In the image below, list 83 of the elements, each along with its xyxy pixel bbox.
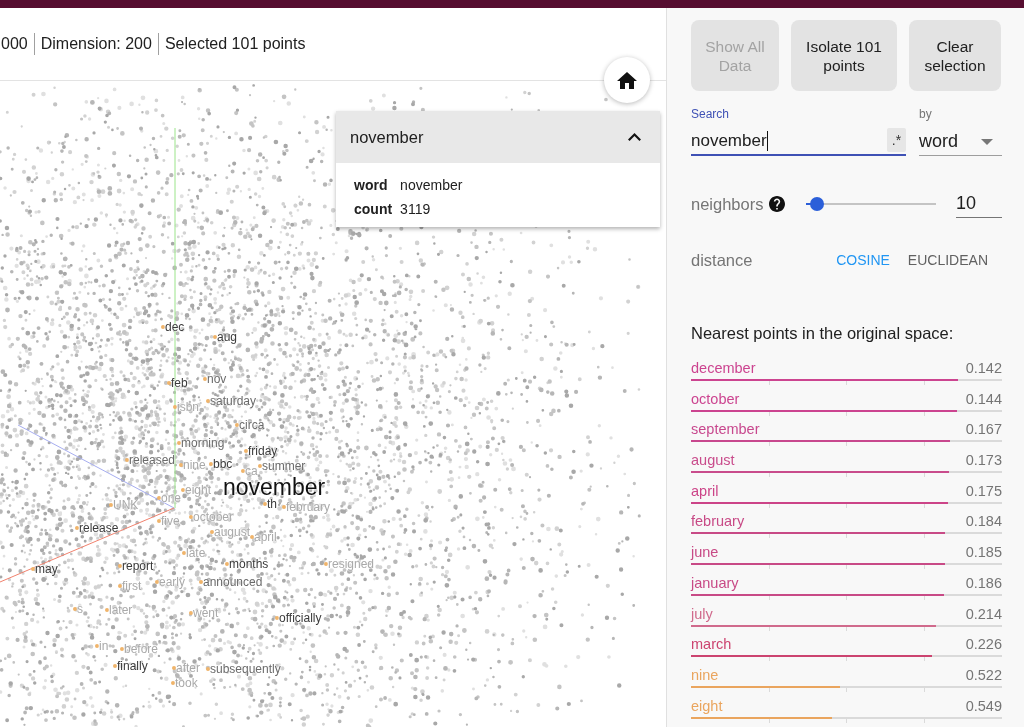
field-value: november bbox=[400, 176, 463, 194]
point-label: took bbox=[175, 676, 198, 690]
distance-value: 0.175 bbox=[965, 482, 1002, 499]
point-label: finally bbox=[117, 659, 148, 673]
action-button[interactable]: Clear selection bbox=[909, 20, 1001, 91]
point-label: circa bbox=[239, 418, 265, 432]
distance-value: 0.173 bbox=[965, 452, 1002, 469]
distance-value: 0.184 bbox=[965, 513, 1002, 530]
point-label: may bbox=[35, 562, 58, 576]
distance-value: 0.167 bbox=[965, 421, 1002, 438]
point-label: released bbox=[129, 453, 176, 467]
point-label: eight bbox=[185, 483, 212, 497]
home-icon bbox=[617, 71, 637, 89]
stat-text: 000 bbox=[1, 35, 28, 53]
point-label: officially bbox=[279, 611, 322, 625]
by-label: by bbox=[919, 107, 932, 121]
point-label: bbc bbox=[213, 457, 233, 471]
search-label: Search bbox=[691, 107, 730, 121]
point-label: report bbox=[122, 559, 154, 573]
distance-value: 0.522 bbox=[965, 666, 1002, 683]
distance-option[interactable]: EUCLIDEAN bbox=[901, 246, 994, 274]
point-label: s bbox=[77, 602, 83, 616]
point-label: nov bbox=[207, 372, 227, 386]
search-field[interactable]: november .* bbox=[691, 128, 906, 156]
home-button[interactable] bbox=[604, 57, 650, 103]
distance-value: 0.214 bbox=[965, 605, 1002, 622]
stat-text: Selected 101 points bbox=[164, 35, 306, 53]
point-label: UNK bbox=[113, 498, 139, 512]
field-value: 3119 bbox=[400, 200, 431, 218]
point-label: release bbox=[79, 521, 119, 535]
search-by-dropdown[interactable]: word bbox=[919, 128, 1002, 156]
point-label: months bbox=[229, 557, 269, 571]
caret-icon bbox=[981, 138, 993, 145]
point-label: summer bbox=[262, 459, 306, 473]
point-label: announced bbox=[203, 575, 263, 589]
distance-value: 0.186 bbox=[965, 574, 1002, 591]
distance-value: 0.185 bbox=[965, 544, 1002, 561]
point-label: before bbox=[124, 642, 159, 656]
point-label: went bbox=[193, 606, 219, 620]
help-icon[interactable] bbox=[769, 196, 786, 212]
point-label: early bbox=[159, 575, 185, 589]
action-button[interactable]: Isolate 101 points bbox=[791, 20, 897, 91]
distance-value: 0.144 bbox=[965, 390, 1002, 407]
distance-value: 0.549 bbox=[965, 697, 1002, 714]
neighbors-label: neighbors bbox=[691, 194, 764, 214]
point-label: subsequently bbox=[210, 662, 281, 676]
neighbor-word[interactable]: june bbox=[691, 544, 719, 561]
neighbor-word[interactable]: december bbox=[691, 360, 756, 376]
point-label: nine bbox=[183, 458, 206, 472]
neighbor-word[interactable]: september bbox=[691, 421, 760, 438]
point-label: saturday bbox=[210, 394, 257, 408]
neighbors-input[interactable]: 10 bbox=[956, 190, 1002, 218]
chevron-up-icon[interactable] bbox=[628, 133, 641, 141]
distance-option[interactable]: COSINE bbox=[830, 246, 896, 274]
point-label: late bbox=[186, 546, 206, 560]
neighbor-word[interactable]: march bbox=[691, 636, 732, 653]
point-label: one bbox=[161, 491, 182, 505]
slider-thumb[interactable] bbox=[810, 197, 825, 211]
point-label: later bbox=[109, 603, 133, 617]
field-key: count bbox=[354, 200, 393, 218]
neighbor-word[interactable]: january bbox=[691, 574, 739, 591]
neighbor-word[interactable]: july bbox=[691, 605, 713, 622]
point-label: resigned bbox=[328, 557, 375, 571]
point-label: first bbox=[122, 579, 142, 593]
point-label: friday bbox=[248, 444, 278, 458]
field-key: word bbox=[354, 176, 393, 194]
point-label: in bbox=[99, 639, 109, 653]
stat-text: Dimension: 200 bbox=[40, 35, 152, 53]
point-label: feb bbox=[171, 376, 188, 390]
distance-value: 0.226 bbox=[965, 636, 1002, 653]
neighbor-word[interactable]: august bbox=[691, 452, 735, 469]
neighbor-word[interactable]: april bbox=[691, 482, 719, 499]
point-label: morning bbox=[181, 436, 225, 450]
nearest-title: Nearest points in the original space: bbox=[691, 323, 954, 343]
point-label: dec bbox=[165, 320, 185, 334]
regex-toggle-button[interactable]: .* bbox=[887, 128, 906, 152]
neighbor-word[interactable]: february bbox=[691, 513, 745, 530]
neighbor-word[interactable]: october bbox=[691, 390, 740, 407]
point-label: aug bbox=[217, 330, 238, 344]
point-label: th bbox=[267, 497, 277, 511]
card-title: november bbox=[350, 127, 424, 147]
distance-value: 0.142 bbox=[965, 360, 1002, 376]
distance-label: distance bbox=[691, 250, 753, 270]
